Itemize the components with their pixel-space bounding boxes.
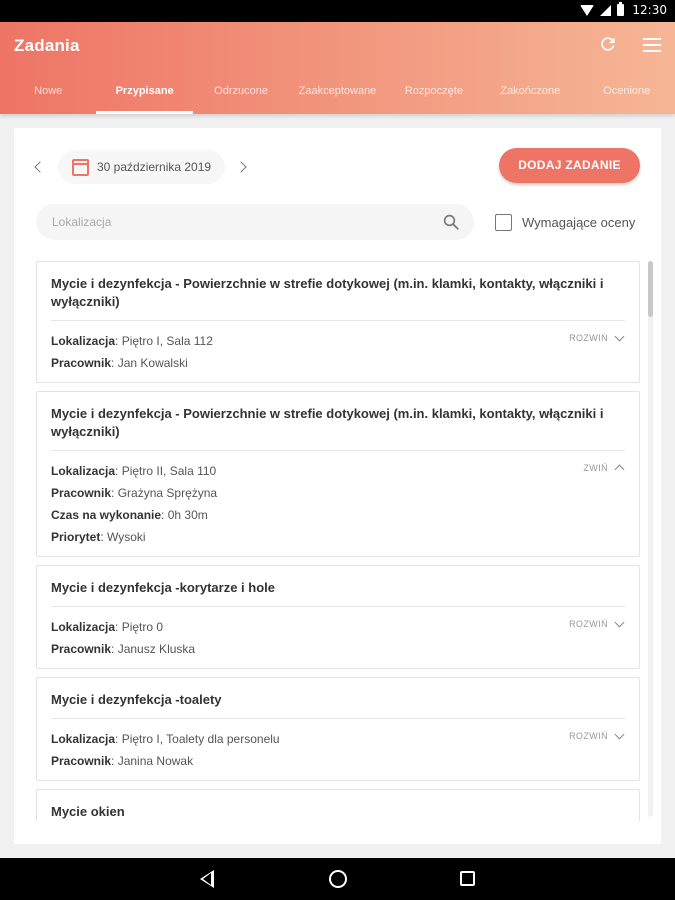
refresh-icon[interactable]: [598, 34, 618, 54]
task-field-worker: Pracownik: Jan Kowalski: [51, 356, 188, 370]
field-label: Lokalizacja: [51, 464, 116, 478]
task-details: Lokalizacja: Piętro 0 Pracownik: Janusz K…: [51, 607, 625, 668]
task-list-scrollbar[interactable]: [648, 261, 653, 817]
chevron-down-icon: [614, 617, 625, 627]
task-title: Mycie i dezynfekcja -korytarze i hole: [51, 566, 625, 607]
task-title: Mycie i dezynfekcja -toalety: [51, 678, 625, 719]
search-icon[interactable]: [442, 213, 460, 231]
toggle-label: ZWIŃ: [583, 463, 608, 473]
field-label: Pracownik: [51, 356, 112, 370]
calendar-icon: [72, 158, 89, 176]
field-label: Lokalizacja: [51, 334, 116, 348]
task-details: Lokalizacja: Piętro II, Sala 110 Pracowni…: [51, 451, 625, 556]
back-icon[interactable]: [200, 870, 214, 888]
task-field-worker: Pracownik: Janina Nowak: [51, 754, 194, 768]
expand-button[interactable]: ROZWIŃ: [569, 331, 625, 343]
field-label: Czas na wykonanie: [51, 508, 162, 522]
app-title: Zadania: [14, 36, 80, 55]
tab-przypisane[interactable]: Przypisane: [96, 78, 194, 114]
field-label: Pracownik: [51, 754, 112, 768]
chevron-down-icon: [614, 331, 625, 341]
location-search: [36, 204, 474, 240]
wifi-icon: [580, 4, 595, 16]
field-label: Priorytet: [51, 530, 101, 544]
task-card[interactable]: Mycie i dezynfekcja - Powierzchnie w str…: [36, 391, 640, 557]
field-label: Pracownik: [51, 642, 112, 656]
chevron-up-icon: [614, 464, 625, 475]
task-details: Lokalizacja: Piętro I, Sala 112 Pracownik…: [51, 321, 625, 382]
menu-icon[interactable]: [643, 38, 661, 52]
battery-icon: [617, 2, 625, 16]
task-field-location: Lokalizacja: Piętro I, Toalety dla perso…: [51, 732, 280, 746]
selected-date: 30 października 2019: [97, 160, 212, 174]
toggle-label: ROZWIŃ: [569, 333, 608, 343]
app-bar: Zadania Nowe Przypisane Odrzucone Zaakcepto…: [0, 22, 675, 114]
task-details: Lokalizacja: Piętro I, Toalety dla perso…: [51, 719, 625, 780]
recent-apps-icon[interactable]: [460, 871, 475, 886]
date-picker: 30 października 2019: [34, 150, 247, 184]
field-value: 0h 30m: [167, 508, 208, 522]
status-tabs: Nowe Przypisane Odrzucone Zaakceptowane Rozp…: [0, 78, 675, 114]
requires-rating-checkbox[interactable]: [495, 214, 512, 231]
task-card[interactable]: Mycie i dezynfekcja -toalety Lokalizacja:…: [36, 677, 640, 781]
task-field-worker: Pracownik: Grażyna Sprężyna: [51, 486, 218, 500]
field-label: Lokalizacja: [51, 620, 116, 634]
tab-ocenione[interactable]: Ocenione: [579, 78, 675, 114]
chevron-down-icon: [614, 729, 625, 739]
task-list: Mycie i dezynfekcja - Powierzchnie w str…: [36, 261, 640, 821]
task-title: Mycie okien: [51, 790, 625, 821]
field-label: Pracownik: [51, 486, 112, 500]
task-title: Mycie i dezynfekcja - Powierzchnie w str…: [51, 392, 625, 451]
field-label: Lokalizacja: [51, 732, 116, 746]
task-panel: 30 października 2019 DODAJ ZADANIE Wymag…: [14, 128, 661, 844]
date-selector[interactable]: 30 października 2019: [58, 150, 226, 184]
field-value: Piętro 0: [121, 620, 164, 634]
requires-rating-label: Wymagające oceny: [522, 215, 636, 230]
task-field-location: Lokalizacja: Piętro 0: [51, 620, 164, 634]
expand-button[interactable]: ROZWIŃ: [569, 729, 625, 741]
toggle-label: ROZWIŃ: [569, 731, 608, 741]
field-value: Piętro II, Sala 110: [121, 464, 217, 478]
location-search-input[interactable]: [36, 204, 416, 240]
field-value: Piętro I, Toalety dla personelu: [121, 732, 280, 746]
task-field-time: Czas na wykonanie: 0h 30m: [51, 508, 208, 522]
task-card[interactable]: Mycie okienLokalizacja: Blok A, Oddział …: [36, 789, 640, 821]
status-time: 12:30: [632, 3, 667, 17]
field-value: Janina Nowak: [117, 754, 194, 768]
task-title: Mycie i dezynfekcja - Powierzchnie w str…: [51, 262, 625, 321]
task-field-worker: Pracownik: Janusz Kluska: [51, 642, 196, 656]
field-value: Piętro I, Sala 112: [121, 334, 213, 348]
add-task-button[interactable]: DODAJ ZADANIE: [499, 148, 640, 183]
tab-nowe[interactable]: Nowe: [0, 78, 96, 114]
next-day-icon[interactable]: [235, 161, 247, 173]
system-nav-bar: [0, 858, 675, 900]
requires-rating-filter[interactable]: Wymagające oceny: [495, 214, 635, 231]
field-value: Wysoki: [107, 530, 146, 544]
task-card[interactable]: Mycie i dezynfekcja - Powierzchnie w str…: [36, 261, 640, 383]
field-value: Grażyna Sprężyna: [117, 486, 218, 500]
previous-day-icon[interactable]: [34, 161, 46, 173]
field-value: Jan Kowalski: [117, 356, 188, 370]
tab-zaakceptowane[interactable]: Zaakceptowane: [289, 78, 385, 114]
field-value: Janusz Kluska: [117, 642, 196, 656]
expand-button[interactable]: ROZWIŃ: [569, 617, 625, 629]
task-field-priority: Priorytet: Wysoki: [51, 530, 146, 544]
status-bar: 12:30: [0, 0, 675, 22]
collapse-button[interactable]: ZWIŃ: [583, 463, 625, 475]
task-field-location: Lokalizacja: Piętro II, Sala 110: [51, 464, 217, 478]
home-icon[interactable]: [329, 870, 347, 888]
tab-rozpoczęte[interactable]: Rozpoczęte: [386, 78, 482, 114]
task-card[interactable]: Mycie i dezynfekcja -korytarze i hole Lok…: [36, 565, 640, 669]
scrollbar-thumb[interactable]: [648, 261, 653, 317]
tab-odrzucone[interactable]: Odrzucone: [193, 78, 289, 114]
signal-icon: [600, 4, 612, 16]
toggle-label: ROZWIŃ: [569, 619, 608, 629]
tab-zakończone[interactable]: Zakończone: [482, 78, 578, 114]
task-field-location: Lokalizacja: Piętro I, Sala 112: [51, 334, 213, 348]
